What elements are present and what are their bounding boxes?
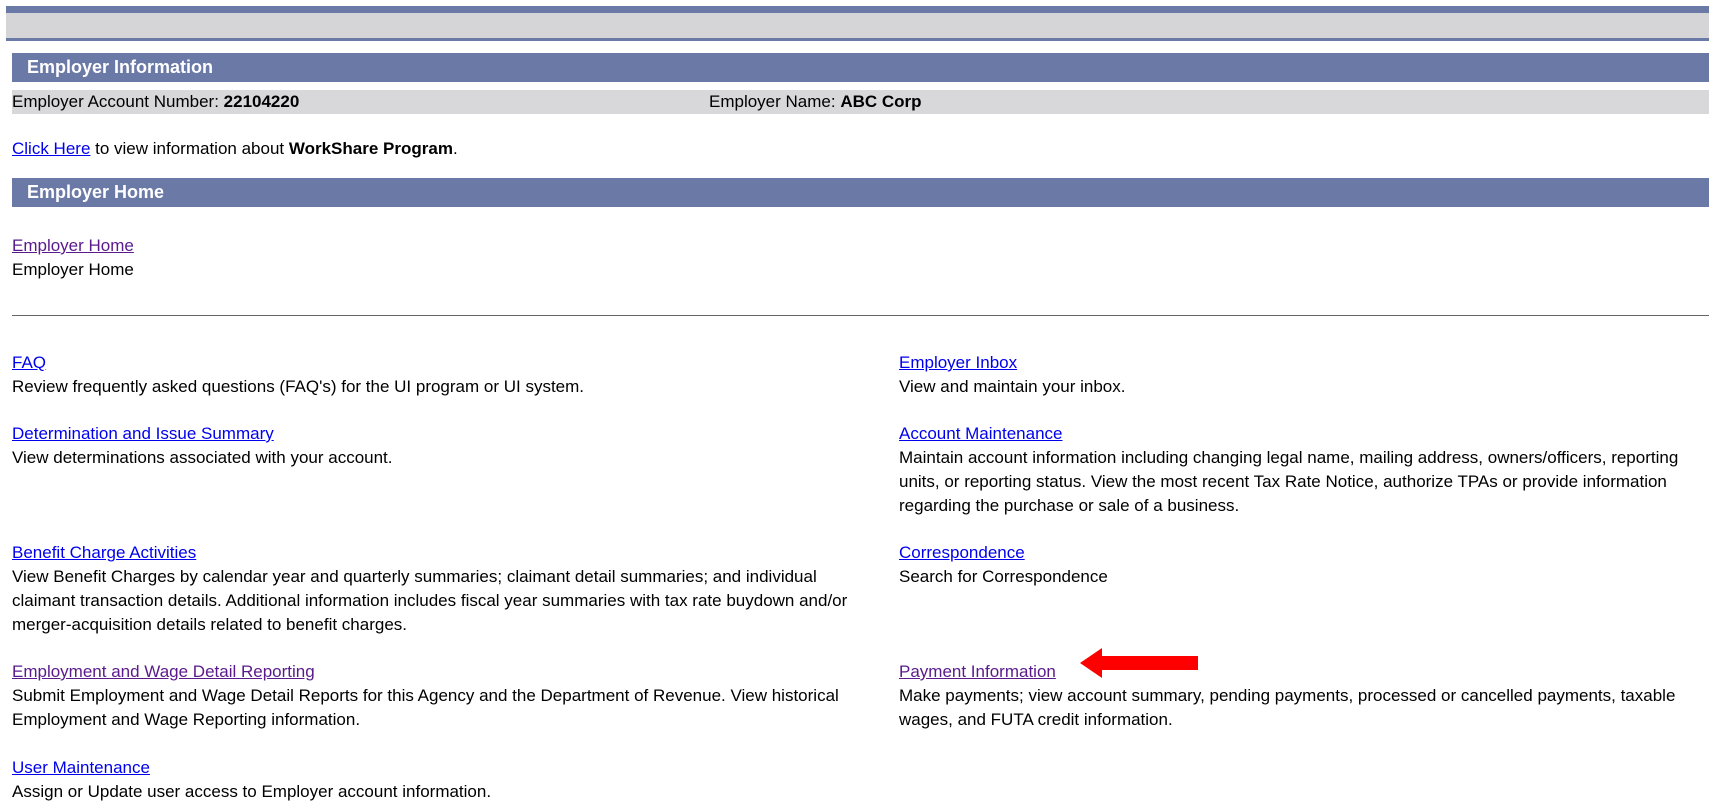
top-banner-strip [6, 6, 1709, 13]
list-item-account-maintenance: Account Maintenance Maintain account inf… [899, 422, 1709, 518]
employment-wage-description: Submit Employment and Wage Detail Report… [12, 686, 839, 729]
determination-description: View determinations associated with your… [12, 448, 393, 467]
employer-account-number: Employer Account Number: 22104220 [12, 92, 300, 111]
employer-home-block: Employer Home Employer Home [12, 234, 134, 282]
list-item-user-maintenance: User Maintenance Assign or Update user a… [12, 756, 872, 804]
benefit-charge-description: View Benefit Charges by calendar year an… [12, 567, 848, 634]
list-item-determination: Determination and Issue Summary View det… [12, 422, 872, 470]
user-maintenance-description: Assign or Update user access to Employer… [12, 782, 492, 801]
account-maintenance-link[interactable]: Account Maintenance [899, 424, 1063, 443]
payment-information-description: Make payments; view account summary, pen… [899, 686, 1676, 729]
employer-home-subtitle: Employer Home [12, 260, 134, 279]
correspondence-description: Search for Correspondence [899, 567, 1108, 586]
employer-home-link[interactable]: Employer Home [12, 236, 134, 255]
employer-inbox-link[interactable]: Employer Inbox [899, 353, 1017, 372]
list-item-employer-inbox: Employer Inbox View and maintain your in… [899, 351, 1709, 399]
employer-info-row: Employer Account Number: 22104220 Employ… [12, 90, 1709, 114]
faq-link[interactable]: FAQ [12, 353, 46, 372]
red-arrow-icon [1080, 648, 1198, 678]
employment-wage-reporting-link[interactable]: Employment and Wage Detail Reporting [12, 662, 315, 681]
workshare-click-here-link[interactable]: Click Here [12, 139, 90, 158]
account-maintenance-description: Maintain account information including c… [899, 448, 1679, 515]
employer-name: Employer Name: ABC Corp [709, 92, 922, 111]
top-banner-line [6, 38, 1709, 41]
determination-issue-summary-link[interactable]: Determination and Issue Summary [12, 424, 274, 443]
divider [12, 315, 1709, 316]
correspondence-link[interactable]: Correspondence [899, 543, 1025, 562]
payment-information-link[interactable]: Payment Information [899, 662, 1056, 681]
list-item-faq: FAQ Review frequently asked questions (F… [12, 351, 872, 399]
employer-home-header: Employer Home [12, 178, 1709, 207]
employer-information-header: Employer Information [12, 53, 1709, 82]
user-maintenance-link[interactable]: User Maintenance [12, 758, 150, 777]
list-item-employment-wage: Employment and Wage Detail Reporting Sub… [12, 660, 872, 732]
benefit-charge-activities-link[interactable]: Benefit Charge Activities [12, 543, 196, 562]
faq-description: Review frequently asked questions (FAQ's… [12, 377, 585, 396]
top-banner-gray [6, 13, 1709, 38]
workshare-notice: Click Here to view information about Wor… [12, 139, 458, 158]
employer-inbox-description: View and maintain your inbox. [899, 377, 1126, 396]
list-item-benefit-charge: Benefit Charge Activities View Benefit C… [12, 541, 872, 637]
list-item-correspondence: Correspondence Search for Correspondence [899, 541, 1709, 589]
list-item-payment-information: Payment Information Make payments; view … [899, 660, 1709, 732]
